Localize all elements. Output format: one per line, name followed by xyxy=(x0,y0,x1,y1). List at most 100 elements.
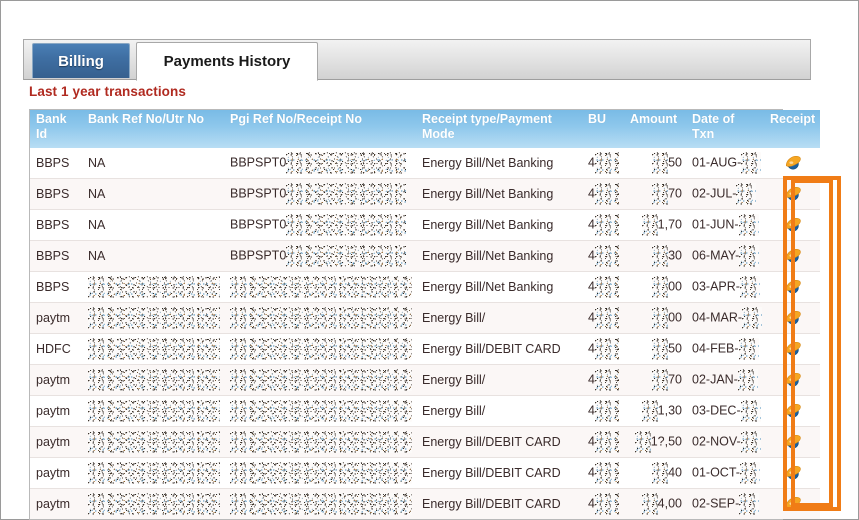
redacted-text xyxy=(740,400,761,422)
cell-bank-ref-no xyxy=(82,395,224,427)
redacted-text xyxy=(230,400,412,422)
cell-pgi-ref-no: BBPSPT0 xyxy=(224,148,416,179)
cell-receipt-download[interactable] xyxy=(764,395,820,427)
cell-bu-text: 4 xyxy=(588,217,595,232)
table-row: paytm Energy Bill/4 1,30 03-DEC- xyxy=(30,395,820,427)
cell-bu: 4 xyxy=(582,426,624,458)
cell-amount: 1,30 xyxy=(624,395,686,427)
cell-date-text: 04-MAR- xyxy=(692,310,743,325)
cell-amount-text: 00 xyxy=(668,310,682,325)
cell-receipt-download[interactable] xyxy=(764,271,820,303)
cell-date-of-txn: 03-DEC- xyxy=(686,395,764,427)
redacted-text xyxy=(738,214,759,236)
cell-receipt-type: Energy Bill/Net Banking xyxy=(416,209,582,241)
redacted-text xyxy=(88,431,220,453)
cell-bank-id: HDFC xyxy=(30,333,82,365)
ie-globe-icon[interactable] xyxy=(784,464,802,482)
cell-receipt-download[interactable] xyxy=(764,457,820,489)
redacted-text xyxy=(739,276,760,298)
redacted-text xyxy=(742,307,763,329)
cell-amount-text: 00 xyxy=(668,279,682,294)
ie-globe-icon[interactable] xyxy=(784,340,802,358)
cell-date-of-txn: 01-JUN- xyxy=(686,209,764,241)
cell-receipt-download[interactable] xyxy=(764,426,820,458)
redacted-text xyxy=(641,493,658,515)
cell-amount: 70 xyxy=(624,364,686,396)
cell-receipt-download[interactable] xyxy=(764,240,820,272)
cell-pgi-ref-text: BBPSPT0 xyxy=(230,155,287,170)
redacted-text xyxy=(737,369,758,391)
cell-amount-text: 4,00 xyxy=(657,496,682,511)
cell-amount: 00 xyxy=(624,302,686,334)
cell-receipt-download[interactable] xyxy=(764,178,820,210)
redacted-text xyxy=(594,214,619,236)
redacted-text xyxy=(230,307,412,329)
section-caption: Last 1 year transactions xyxy=(29,84,186,99)
redacted-text xyxy=(230,493,412,515)
ie-globe-icon[interactable] xyxy=(784,154,802,172)
cell-amount: 4,00 xyxy=(624,488,686,519)
redacted-text xyxy=(230,431,412,453)
tab-billing[interactable]: Billing xyxy=(32,43,130,78)
cell-date-of-txn: 02-JAN- xyxy=(686,364,764,396)
ie-globe-icon[interactable] xyxy=(784,495,802,513)
redacted-text xyxy=(739,245,760,267)
cell-pgi-ref-text: BBPSPT0 xyxy=(230,186,287,201)
redacted-text xyxy=(88,307,220,329)
cell-bank-ref-no: NA xyxy=(82,178,224,210)
cell-receipt-download[interactable] xyxy=(764,209,820,241)
redacted-text xyxy=(594,400,619,422)
ie-globe-icon[interactable] xyxy=(784,371,802,389)
cell-bu-text: 4 xyxy=(588,186,595,201)
redacted-text xyxy=(652,152,669,174)
cell-date-of-txn: 02-NOV- xyxy=(686,426,764,458)
column-header-date-of-txn: Date of Txn xyxy=(686,110,764,148)
ie-globe-icon[interactable] xyxy=(784,433,802,451)
cell-date-of-txn: 01-AUG- xyxy=(686,148,764,179)
cell-date-text: 01-AUG- xyxy=(692,155,742,170)
cell-receipt-download[interactable] xyxy=(764,302,820,334)
cell-pgi-ref-no xyxy=(224,364,416,396)
redacted-text xyxy=(652,183,669,205)
cell-pgi-ref-no: BBPSPT0 xyxy=(224,240,416,272)
redacted-text xyxy=(88,369,220,391)
cell-bu: 4 xyxy=(582,333,624,365)
cell-pgi-ref-text: BBPSPT0 xyxy=(230,248,287,263)
cell-pgi-ref-no xyxy=(224,271,416,303)
cell-bu: 4 xyxy=(582,209,624,241)
cell-amount: 30 xyxy=(624,240,686,272)
cell-bank-id: paytm xyxy=(30,426,82,458)
ie-globe-icon[interactable] xyxy=(784,278,802,296)
cell-bank-ref-no xyxy=(82,488,224,519)
ie-globe-icon[interactable] xyxy=(784,402,802,420)
cell-pgi-ref-no xyxy=(224,488,416,519)
cell-date-of-txn: 04-FEB- xyxy=(686,333,764,365)
cell-receipt-download[interactable] xyxy=(764,364,820,396)
ie-globe-icon[interactable] xyxy=(784,185,802,203)
cell-receipt-download[interactable] xyxy=(764,488,820,519)
ie-globe-icon[interactable] xyxy=(784,309,802,327)
cell-bu-text: 4 xyxy=(588,372,595,387)
redacted-text xyxy=(88,338,220,360)
cell-bank-ref-no xyxy=(82,271,224,303)
cell-amount: 50 xyxy=(624,333,686,365)
cell-date-of-txn: 03-APR- xyxy=(686,271,764,303)
ie-globe-icon[interactable] xyxy=(784,216,802,234)
cell-receipt-type: Energy Bill/ xyxy=(416,302,582,334)
cell-receipt-download[interactable] xyxy=(764,333,820,365)
redacted-text xyxy=(652,338,669,360)
cell-receipt-type: Energy Bill/Net Banking xyxy=(416,240,582,272)
cell-bank-id: paytm xyxy=(30,457,82,489)
tab-payments-history[interactable]: Payments History xyxy=(136,42,318,81)
cell-bank-id: paytm xyxy=(30,488,82,519)
cell-receipt-download[interactable] xyxy=(764,148,820,179)
cell-amount-text: 70 xyxy=(668,372,682,387)
cell-receipt-type: Energy Bill/Net Banking xyxy=(416,178,582,210)
cell-amount: 70 xyxy=(624,178,686,210)
redacted-text xyxy=(286,245,407,267)
ie-globe-icon[interactable] xyxy=(784,247,802,265)
cell-amount-text: 1,30 xyxy=(657,403,682,418)
redacted-text xyxy=(594,307,619,329)
redacted-text xyxy=(740,431,761,453)
cell-receipt-type: Energy Bill/DEBIT CARD xyxy=(416,488,582,519)
